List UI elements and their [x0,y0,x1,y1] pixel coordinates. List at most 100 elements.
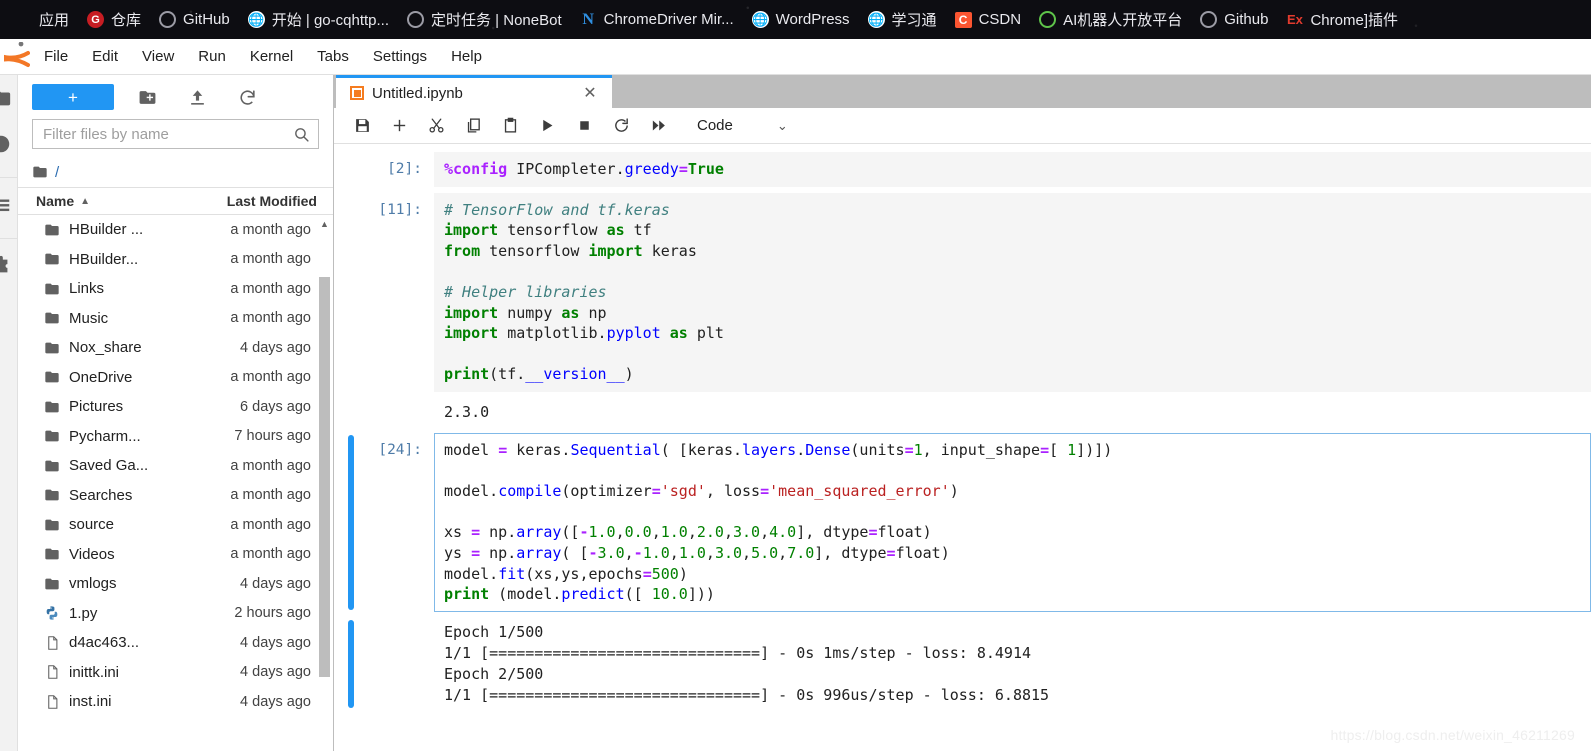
menu-edit[interactable]: Edit [80,44,130,69]
stop-icon[interactable] [566,111,603,141]
bookmark-gitee[interactable]: G 仓库 [78,6,150,33]
notebook-output-cell[interactable]: 2.3.0 [334,397,1591,427]
file-list-item[interactable]: 1.py 2 hours ago [18,599,333,629]
file-item-modified: 7 hours ago [234,428,311,445]
bookmark-label: CSDN [978,11,1022,28]
bookmark-github[interactable]: GitHub [150,8,239,31]
notebook-output-cell[interactable]: Epoch 1/500 1/1 [=======================… [334,617,1591,710]
text-file-icon [44,635,60,651]
file-list-item[interactable]: HBuilder ... a month ago [18,215,333,245]
github-circle-icon [1200,11,1218,28]
file-item-name-cell: vmlogs [44,575,240,592]
running-terminals-icon[interactable] [0,129,17,159]
bookmark-csdn[interactable]: C CSDN [946,8,1031,31]
file-list-item[interactable]: inst.ini 4 days ago [18,687,333,717]
refresh-icon[interactable] [230,82,264,112]
bookmark-github-2[interactable]: Github [1191,8,1277,31]
menu-view[interactable]: View [130,44,186,69]
bookmark-wordpress[interactable]: 🌐 WordPress [743,8,859,31]
close-icon[interactable]: ✕ [582,83,598,103]
file-list-header: Name ▲ Last Modified [18,187,333,215]
file-list-item[interactable]: OneDrive a month ago [18,363,333,393]
file-list-item[interactable]: vmlogs 4 days ago [18,569,333,599]
letter-ex-icon: Ex [1287,12,1303,27]
menu-run[interactable]: Run [186,44,238,69]
bookmark-label: 学习通 [891,12,937,29]
file-browser-icon[interactable] [0,83,17,113]
file-item-name-cell: OneDrive [44,369,230,386]
file-item-label: HBuilder ... [69,221,144,239]
cell-prompt: [11]: [378,201,422,218]
save-icon[interactable] [344,111,381,141]
notebook-code-cell[interactable]: [2]: %config IPCompleter.greedy=True [334,152,1591,187]
breadcrumb[interactable]: / [18,157,333,187]
notebook-cell-area[interactable]: [2]: %config IPCompleter.greedy=True [11]:… [334,144,1591,751]
file-item-label: Videos [69,545,115,563]
file-list-item[interactable]: Pictures 6 days ago [18,392,333,422]
github-circle-icon [159,11,177,28]
notebook-code-cell[interactable]: [11]: # TensorFlow and tf.keras import te… [334,192,1591,392]
file-item-modified: a month ago [230,221,311,238]
file-list-item[interactable]: Links a month ago [18,274,333,304]
cut-icon[interactable] [418,111,455,141]
upload-icon[interactable] [180,82,214,112]
bookmark-xuexitong[interactable]: 🌐 学习通 [859,6,946,33]
copy-icon[interactable] [455,111,492,141]
bookmark-apps[interactable]: 应用 [6,6,78,33]
file-list-item[interactable]: Searches a month ago [18,481,333,511]
run-icon[interactable] [529,111,566,141]
cell-editor[interactable]: model = keras.Sequential( [keras.layers.… [434,432,1591,612]
scroll-up-icon[interactable]: ▲ [319,218,330,229]
file-filter[interactable] [32,119,319,149]
bookmark-nonebot[interactable]: 定时任务 | NoneBot [398,6,571,33]
file-item-name-cell: HBuilder... [44,251,230,268]
file-item-label: HBuilder... [69,250,139,268]
bookmark-label: Chrome]插件 [1310,12,1398,29]
menu-help[interactable]: Help [439,44,494,69]
cell-editor[interactable]: %config IPCompleter.greedy=True [434,152,1591,187]
notebook-code-cell[interactable]: [24]: model = keras.Sequential( [keras.la… [334,432,1591,612]
file-item-name-cell: 1.py [44,605,234,622]
folder-icon [44,369,60,385]
restart-run-all-icon[interactable] [640,111,677,141]
restart-kernel-icon[interactable] [603,111,640,141]
file-list-item[interactable]: source a month ago [18,510,333,540]
insert-cell-icon[interactable] [381,111,418,141]
file-item-modified: 4 days ago [240,339,311,356]
file-list-item[interactable]: Music a month ago [18,304,333,334]
file-list-item[interactable]: Nox_share 4 days ago [18,333,333,363]
paste-icon[interactable] [492,111,529,141]
menu-settings[interactable]: Settings [361,44,439,69]
menu-tabs[interactable]: Tabs [305,44,361,69]
new-folder-icon[interactable] [130,82,164,112]
file-list-item[interactable]: Pycharm... 7 hours ago [18,422,333,452]
bookmark-ai-platform[interactable]: AI机器人开放平台 [1030,6,1191,33]
folder-icon [44,458,60,474]
search-input[interactable] [43,125,293,143]
notebook-panel: Code ⌄ [2]: %config IPCompleter.greedy=Tr… [334,108,1591,751]
breadcrumb-root[interactable]: / [55,164,59,181]
cell-editor[interactable]: # TensorFlow and tf.keras import tensorf… [434,192,1591,392]
tab-untitled-ipynb[interactable]: Untitled.ipynb ✕ [336,75,612,108]
file-list-item[interactable]: Saved Ga... a month ago [18,451,333,481]
column-header-modified[interactable]: Last Modified [205,193,323,209]
bookmark-chrome-plugins[interactable]: Ex Chrome]插件 [1277,6,1407,33]
scrollbar-thumb[interactable] [319,277,330,677]
file-list-item[interactable]: Videos a month ago [18,540,333,570]
menu-file[interactable]: File [32,44,80,69]
bookmark-gocqhttp[interactable]: 🌐 开始 | go-cqhttp... [239,6,398,33]
bookmark-chromedriver[interactable]: N ChromeDriver Mir... [571,8,743,31]
folder-icon [44,281,60,297]
commands-icon[interactable] [0,190,17,220]
menu-kernel[interactable]: Kernel [238,44,305,69]
new-launcher-button[interactable]: + [32,84,114,110]
file-item-label: inst.ini [69,693,112,711]
file-item-name-cell: Music [44,310,230,327]
cell-type-select[interactable]: Code ⌄ [691,115,794,136]
file-list-scrollbar[interactable]: ▲ [319,215,330,751]
extension-manager-icon[interactable] [0,251,17,281]
file-list-item[interactable]: d4ac463... 4 days ago [18,628,333,658]
column-header-name[interactable]: Name ▲ [36,193,205,209]
file-list-item[interactable]: inittk.ini 4 days ago [18,658,333,688]
file-list-item[interactable]: HBuilder... a month ago [18,245,333,275]
